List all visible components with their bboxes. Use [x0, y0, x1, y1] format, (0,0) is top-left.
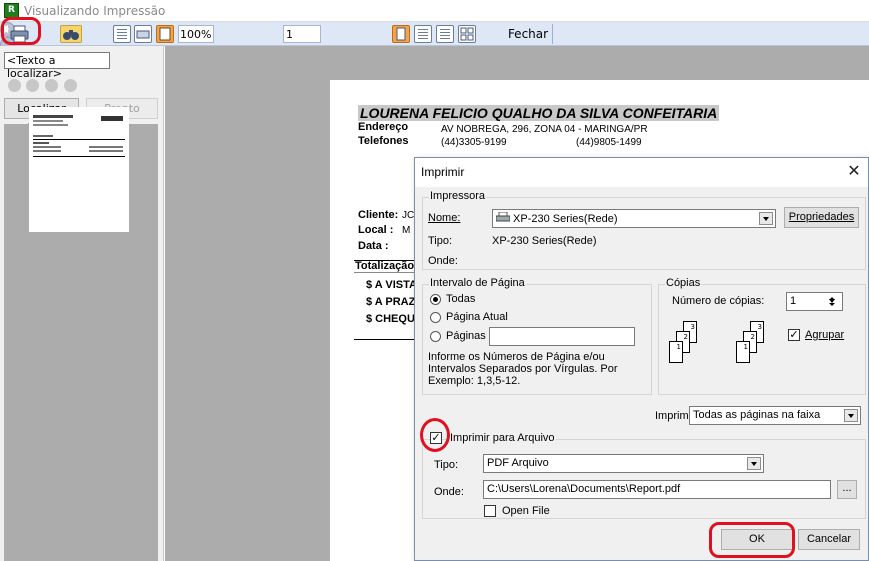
window-title: Visualizando Impressão — [24, 4, 166, 18]
page-icon — [159, 27, 171, 41]
printer-select[interactable]: XP-230 Series(Rede) — [492, 209, 776, 228]
grid-pages-icon — [460, 27, 474, 41]
open-file-label: Open File — [502, 505, 550, 517]
find-first-icon — [8, 79, 21, 92]
pages-input[interactable] — [489, 327, 635, 346]
collate-checkbox[interactable]: ✓ — [788, 329, 800, 341]
print-scope-select[interactable]: Todas as páginas na faixa — [689, 406, 861, 425]
close-icon[interactable]: ✕ — [845, 161, 863, 181]
file-path-input[interactable]: C:\Users\Lorena\Documents\Report.pdf — [483, 480, 831, 499]
collate-label: Agrupar — [805, 329, 845, 341]
copies-value: 1 — [790, 295, 797, 307]
copies-legend: Cópias — [665, 277, 702, 289]
printer-where-label: Onde: — [428, 255, 458, 267]
annotation-circle-ok — [709, 522, 795, 558]
chevron-down-icon — [844, 409, 858, 422]
single-page-icon — [396, 27, 406, 41]
find-next-icon — [45, 79, 58, 92]
file-type-value: PDF Arquivo — [487, 457, 549, 469]
whole-page-button[interactable] — [156, 25, 174, 43]
app-icon: R — [4, 3, 19, 18]
four-page-view-button[interactable] — [436, 25, 454, 43]
range-current-label: Página Atual — [446, 311, 508, 323]
zoom-field[interactable]: 100% — [178, 25, 214, 43]
print-scope-value: Todas as páginas na faixa — [693, 409, 821, 421]
print-dialog: Imprimir ✕ Impressora Nome: XP-230 Serie… — [414, 157, 869, 561]
annotation-circle-checkbox — [420, 418, 450, 452]
total-line: $ A VISTA — [366, 279, 417, 291]
printer-name-label: Nome: — [428, 212, 461, 224]
open-file-checkbox[interactable] — [484, 505, 496, 517]
setup-icon — [136, 30, 150, 39]
page-setup-button[interactable] — [134, 25, 152, 43]
find-previous-icon — [26, 79, 39, 92]
totals-label: Totalização — [355, 260, 415, 272]
copies-label: Número de cópias: — [672, 295, 765, 307]
search-input[interactable]: <Texto a localizar> — [4, 52, 110, 80]
printer-group-legend: Impressora — [429, 190, 487, 202]
file-type-select[interactable]: PDF Arquivo — [483, 454, 764, 473]
dialog-title-bar: Imprimir ✕ — [415, 158, 868, 187]
phones-label: Telefones — [358, 135, 409, 147]
range-all-label: Todas — [446, 293, 476, 305]
page-width-button[interactable] — [113, 25, 131, 43]
company-name: LOURENA FELICIO QUALHO DA SILVA CONFEITA… — [358, 105, 720, 121]
date-label: Data : — [358, 240, 389, 252]
client-label: Cliente: — [358, 209, 399, 221]
printer-select-value: XP-230 Series(Rede) — [513, 213, 618, 225]
browse-button[interactable]: ... — [837, 480, 857, 499]
range-pages-radio[interactable] — [430, 331, 441, 342]
cancel-button[interactable]: Cancelar — [798, 529, 860, 550]
page-number-field[interactable]: 1 — [283, 25, 321, 43]
total-line: $ A PRAZ — [366, 296, 416, 308]
copy-page-1-icon: 1 — [669, 341, 683, 363]
file-where-label: Onde: — [434, 486, 464, 498]
address-label: Endereço — [358, 121, 409, 133]
client-value: JC — [402, 210, 415, 221]
range-current-radio[interactable] — [430, 312, 441, 323]
page-range-hint: Informe os Números de Página e/ou Interv… — [428, 351, 618, 387]
local-label: Local : — [358, 224, 394, 236]
phone-1: (44)3305-9199 — [441, 137, 507, 148]
close-preview-button[interactable]: Fechar — [506, 24, 550, 44]
local-value: M — [402, 225, 411, 236]
phone-2: (44)9805-1499 — [576, 137, 642, 148]
single-page-view-button[interactable] — [392, 25, 410, 43]
printer-type-label: Tipo: — [428, 235, 453, 247]
title-bar: R Visualizando Impressão — [0, 0, 869, 22]
network-printer-icon — [495, 211, 511, 222]
range-all-radio[interactable] — [430, 294, 441, 305]
address-value: AV NOBREGA, 296, ZONA 04 - MARINGA/PR — [441, 124, 648, 135]
find-button[interactable] — [60, 25, 82, 43]
page-thumbnail[interactable] — [29, 107, 129, 232]
file-type-label: Tipo: — [434, 459, 459, 471]
chevron-down-icon — [759, 212, 773, 225]
toolbar-divider — [552, 24, 553, 44]
copy-page-1-icon: 1 — [736, 341, 750, 363]
dialog-title: Imprimir — [421, 165, 465, 179]
multi-page-view-button[interactable] — [458, 25, 476, 43]
two-page-view-button[interactable] — [414, 25, 432, 43]
binoculars-icon — [63, 30, 79, 40]
annotation-circle-print — [1, 17, 41, 45]
preview-toolbar: 100% 1 Fechar — [0, 22, 869, 82]
print-to-file-legend: Imprimir para Arquivo — [449, 432, 556, 444]
printer-type-value: XP-230 Series(Rede) — [492, 235, 597, 247]
spinner-arrows-icon[interactable] — [826, 295, 840, 308]
find-last-icon — [64, 79, 77, 92]
properties-button[interactable]: Propriedades — [784, 207, 859, 228]
chevron-down-icon — [747, 457, 761, 470]
range-pages-label: Páginas — [446, 330, 486, 342]
copies-stepper[interactable]: 1 — [786, 292, 843, 311]
thumbnail-content-icon — [33, 115, 125, 157]
page-range-legend: Intervalo de Página — [429, 277, 526, 289]
